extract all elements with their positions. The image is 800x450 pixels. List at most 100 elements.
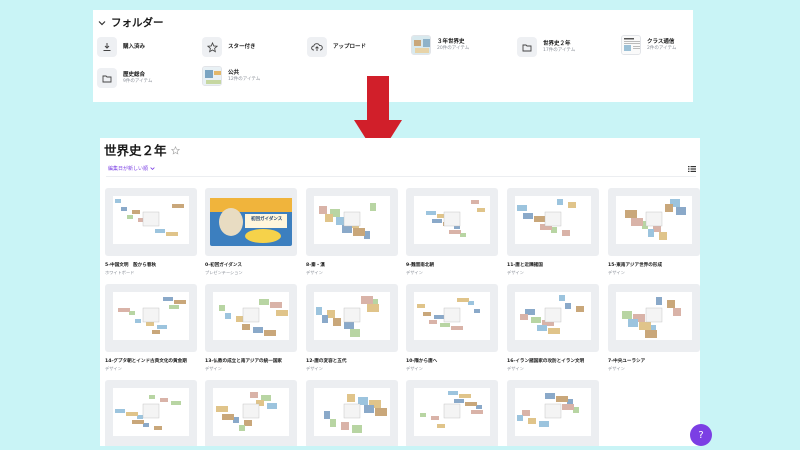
folder-thumbnail <box>621 35 641 55</box>
design-card[interactable]: 7-中央ユーラシア デザイン <box>608 284 700 372</box>
folder-world-history-3[interactable]: ３年世界史 20件のアイテム <box>411 35 469 55</box>
thumbnail-title: 初回ガイダンス <box>251 217 283 222</box>
sort-dropdown[interactable]: 編集日が新しい順 <box>108 165 155 172</box>
download-icon <box>97 37 117 57</box>
design-card[interactable]: 9-魏晋南北朝 デザイン <box>406 188 498 276</box>
folder-name: 購入済み <box>123 44 146 50</box>
design-card[interactable]: 15-東南アジア世界の形成 デザイン <box>608 188 700 276</box>
folder-thumbnail <box>202 66 222 86</box>
design-title[interactable]: 11-唐と近隣諸国 <box>507 262 599 268</box>
design-thumbnail[interactable] <box>507 380 599 446</box>
folder-world-history-2[interactable]: 世界史２年 17件のアイテム <box>517 37 575 57</box>
design-thumbnail[interactable] <box>406 380 498 446</box>
design-thumbnail[interactable] <box>507 188 599 256</box>
design-title[interactable]: 0-初回ガイダンス <box>205 262 297 268</box>
design-type: デザイン <box>406 366 423 371</box>
design-page-preview <box>515 388 591 436</box>
list-view-icon[interactable] <box>688 165 696 173</box>
design-type: デザイン <box>507 270 524 275</box>
design-thumbnail[interactable] <box>105 188 197 256</box>
design-thumbnail[interactable] <box>306 188 398 256</box>
design-type: デザイン <box>306 366 323 371</box>
design-page-preview <box>213 388 289 436</box>
help-button[interactable]: ? <box>690 424 712 446</box>
design-card[interactable]: 13-仏教の成立と南アジアの統一国家 デザイン <box>205 284 297 372</box>
design-title[interactable]: 12-唐の変容と五代 <box>306 358 398 364</box>
design-thumbnail[interactable] <box>406 188 498 256</box>
folder-civics[interactable]: 公共 12件のアイテム <box>202 66 260 86</box>
design-title[interactable]: 5-中国文明 殷から春秋 <box>105 262 197 268</box>
chevron-down-icon <box>150 167 155 170</box>
design-type: ホワイトボード <box>105 270 135 275</box>
design-thumbnail[interactable] <box>105 284 197 352</box>
folder-count: 12件のアイテム <box>228 77 261 82</box>
design-page-preview <box>515 292 591 340</box>
design-title[interactable]: 8-秦・漢 <box>306 262 398 268</box>
folder-name: 世界史２年 <box>543 41 571 47</box>
folder-icon <box>97 68 117 88</box>
design-card[interactable]: 5-中国文明 殷から春秋 ホワイトボード <box>105 188 197 276</box>
folder-starred[interactable]: スター付き <box>202 37 256 57</box>
design-thumbnail[interactable] <box>105 380 197 446</box>
folder-name: アップロード <box>333 44 367 50</box>
design-title[interactable]: 15-東南アジア世界の形成 <box>608 262 700 268</box>
folder-icon <box>517 37 537 57</box>
folder-count: 9件のアイテム <box>123 79 153 84</box>
folder-view-panel: 世界史２年 編集日が新しい順 5-中国文明 殷から春秋 ホワイトボード 初回ガイダン… <box>100 138 700 446</box>
folder-thumbnail <box>411 35 431 55</box>
design-card[interactable]: 初回ガイダンス 0-初回ガイダンス プレゼンテーション <box>205 188 297 276</box>
design-page-preview <box>314 196 390 244</box>
design-page-preview <box>314 292 390 340</box>
design-page-preview <box>414 292 490 340</box>
folder-count: 2件のアイテム <box>647 46 677 51</box>
design-title[interactable]: 13-仏教の成立と南アジアの統一国家 <box>205 358 297 364</box>
design-thumbnail[interactable] <box>608 188 700 256</box>
design-type: デザイン <box>205 366 222 371</box>
folder-class-newsletter[interactable]: クラス通信 2件のアイテム <box>621 35 676 55</box>
folder-name: クラス通信 <box>647 39 675 45</box>
design-type: デザイン <box>406 270 423 275</box>
design-thumbnail[interactable] <box>306 380 398 446</box>
design-card[interactable] <box>105 380 197 446</box>
design-page-preview <box>113 196 189 244</box>
design-card[interactable]: 12-唐の変容と五代 デザイン <box>306 284 398 372</box>
design-card[interactable]: 10-隋から唐へ デザイン <box>406 284 498 372</box>
folder-purchased[interactable]: 購入済み <box>97 37 145 57</box>
design-card[interactable]: 11-唐と近隣諸国 デザイン <box>507 188 599 276</box>
chevron-down-icon[interactable] <box>97 18 107 28</box>
design-type: デザイン <box>608 270 625 275</box>
star-icon[interactable] <box>170 140 180 159</box>
design-title[interactable]: 9-魏晋南北朝 <box>406 262 498 268</box>
design-page-preview <box>414 196 490 244</box>
design-card[interactable]: 14-グプタ朝とインド古典文化の黄金期 デザイン <box>105 284 197 372</box>
design-card[interactable] <box>205 380 297 446</box>
design-card[interactable] <box>507 380 599 446</box>
design-thumbnail[interactable] <box>406 284 498 352</box>
design-type: デザイン <box>608 366 625 371</box>
folders-header[interactable]: フォルダー <box>97 15 164 30</box>
folder-uploads[interactable]: アップロード <box>307 37 366 57</box>
design-thumbnail[interactable] <box>306 284 398 352</box>
design-title[interactable]: 7-中央ユーラシア <box>608 358 700 364</box>
design-card[interactable] <box>406 380 498 446</box>
design-title[interactable]: 14-グプタ朝とインド古典文化の黄金期 <box>105 358 197 364</box>
design-thumbnail[interactable] <box>205 284 297 352</box>
design-thumbnail[interactable] <box>608 284 700 352</box>
design-page-preview <box>113 388 189 436</box>
divider <box>106 176 696 177</box>
folder-history-general[interactable]: 歴史総合 9件のアイテム <box>97 68 152 88</box>
design-thumbnail[interactable] <box>205 380 297 446</box>
design-title[interactable]: 16-イラン諸国家の攻防とイラン文明 <box>507 358 599 364</box>
folders-title: フォルダー <box>111 17 164 29</box>
design-title[interactable]: 10-隋から唐へ <box>406 358 498 364</box>
design-page-preview <box>314 388 390 436</box>
design-card[interactable]: 8-秦・漢 デザイン <box>306 188 398 276</box>
upload-cloud-icon <box>307 37 327 57</box>
folder-name: スター付き <box>228 44 256 50</box>
design-thumbnail[interactable] <box>507 284 599 352</box>
design-card[interactable]: 16-イラン諸国家の攻防とイラン文明 デザイン <box>507 284 599 372</box>
folder-name: 歴史総合 <box>123 72 146 78</box>
design-card[interactable] <box>306 380 398 446</box>
design-thumbnail[interactable]: 初回ガイダンス <box>205 188 297 256</box>
star-icon <box>202 37 222 57</box>
